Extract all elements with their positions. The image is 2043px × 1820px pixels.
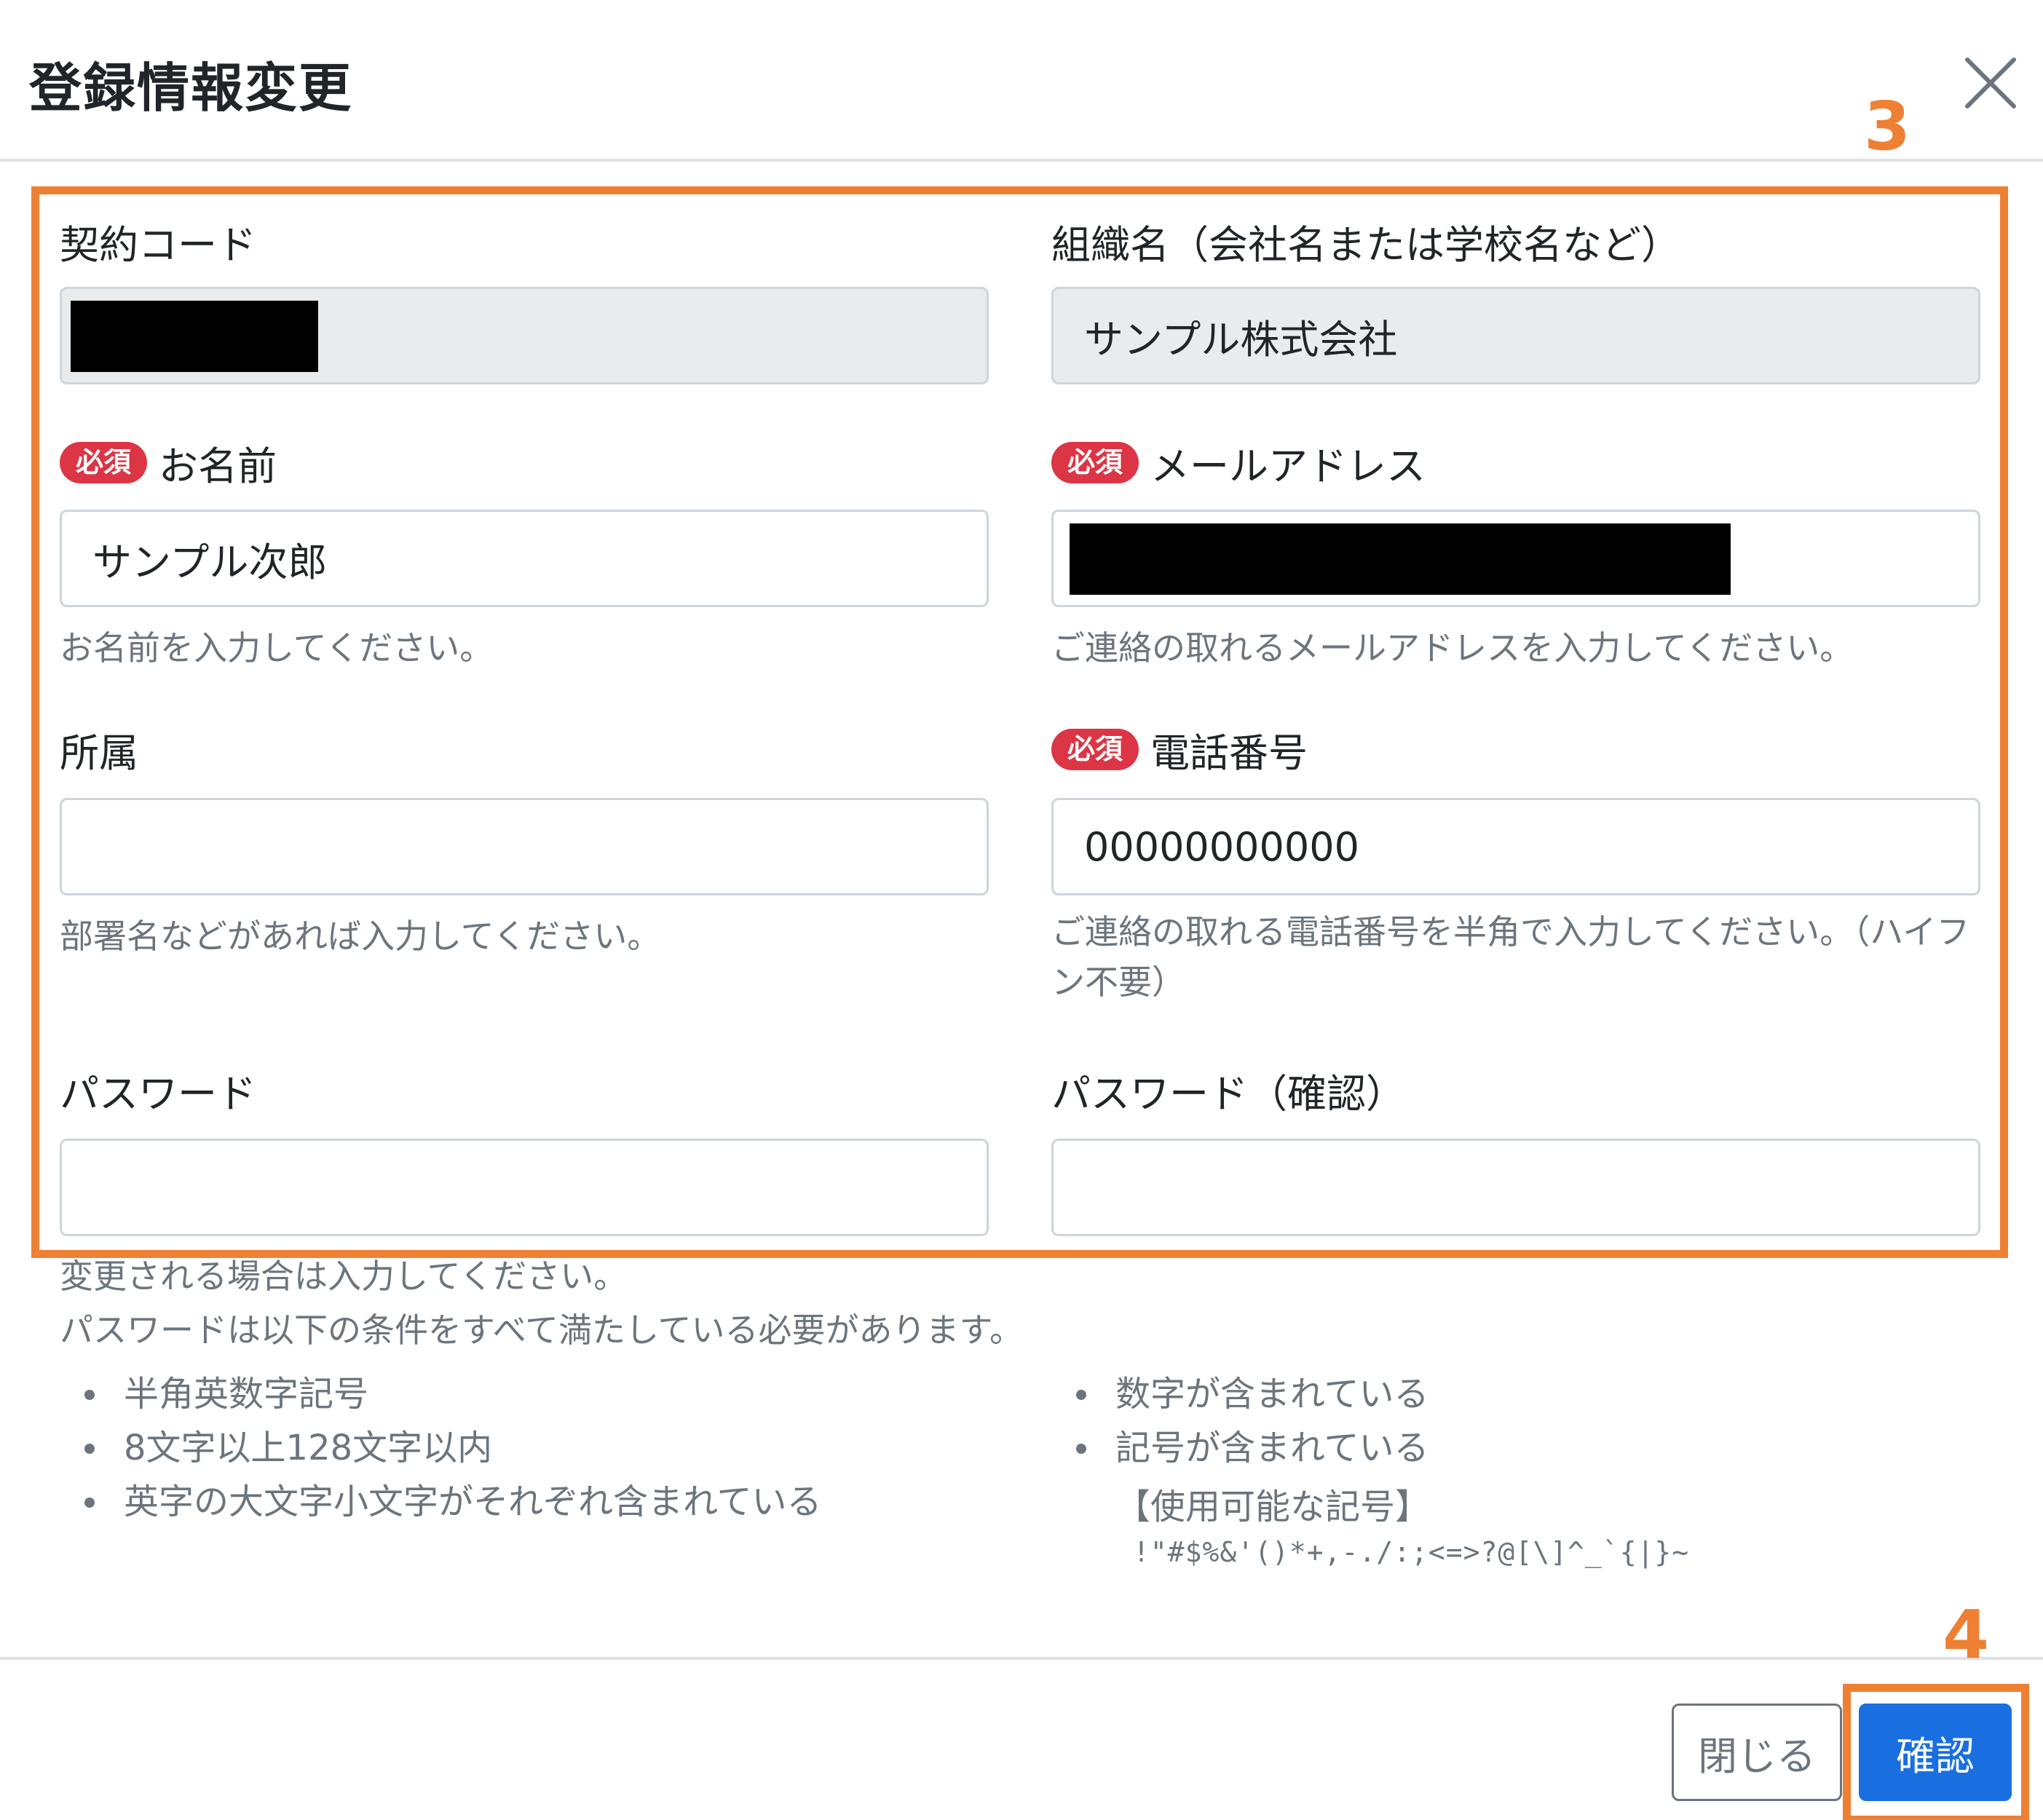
password-rules-right: 数字が含まれている 記号が含まれている bbox=[1051, 1367, 1429, 1475]
department-label-text: 所属 bbox=[60, 730, 138, 776]
required-badge: 必須 bbox=[1051, 441, 1139, 484]
list-item: 記号が含まれている bbox=[1051, 1421, 1429, 1475]
department-help: 部署名などがあれば入力してください。 bbox=[60, 917, 661, 956]
annotation-step-3: 3 bbox=[1864, 87, 1911, 165]
organization-label: 組織名（会社名または学校名など） bbox=[1051, 213, 1680, 270]
department-label: 所属 bbox=[60, 721, 138, 778]
close-dialog-button[interactable]: 閉じる bbox=[1672, 1704, 1842, 1801]
organization-value: サンプル株式会社 bbox=[1084, 316, 1398, 363]
password-help-line2: パスワードは以下の条件をすべて満たしている必要があります。 bbox=[60, 1310, 1023, 1350]
password-input[interactable] bbox=[60, 1139, 989, 1236]
name-value: サンプル次郎 bbox=[92, 539, 328, 585]
close-icon bbox=[1965, 58, 2016, 108]
organization-label-text: 組織名（会社名または学校名など） bbox=[1051, 222, 1680, 268]
symbols-title: 【使用可能な記号】 bbox=[1115, 1487, 1431, 1527]
phone-label: 必須 電話番号 bbox=[1051, 721, 1308, 778]
phone-label-text: 電話番号 bbox=[1150, 730, 1308, 776]
department-input[interactable] bbox=[60, 798, 989, 895]
email-label: 必須 メールアドレス bbox=[1051, 434, 1426, 491]
redacted-block bbox=[1070, 523, 1731, 595]
password-confirm-input[interactable] bbox=[1051, 1139, 1980, 1236]
symbols-list: !"#$%&'()*+,-./:;<=>?@[\]^_`{|}~ bbox=[1133, 1536, 1690, 1568]
modal-title: 登録情報変更 bbox=[29, 58, 353, 119]
annotation-step-4: 4 bbox=[1943, 1596, 1990, 1674]
password-rules-left: 半角英数字記号 8文字以上128文字以内 英字の大文字小文字がそれぞれ含まれてい… bbox=[60, 1367, 822, 1529]
contract-code-label-text: 契約コード bbox=[60, 222, 256, 268]
phone-value: 00000000000 bbox=[1084, 823, 1359, 870]
list-item: 半角英数字記号 bbox=[60, 1367, 822, 1421]
name-label-text: お名前 bbox=[159, 443, 277, 489]
password-label: パスワード bbox=[60, 1061, 256, 1119]
organization-field: サンプル株式会社 bbox=[1051, 287, 1980, 384]
required-badge: 必須 bbox=[60, 441, 148, 484]
phone-help: ご連絡の取れる電話番号を半角で入力してください。（ハイフン不要） bbox=[1051, 912, 1970, 1002]
email-label-text: メールアドレス bbox=[1150, 443, 1426, 489]
name-label: 必須 お名前 bbox=[60, 434, 277, 491]
annotation-box-4 bbox=[1843, 1684, 2029, 1820]
email-input[interactable] bbox=[1051, 510, 1980, 607]
name-input[interactable]: サンプル次郎 bbox=[60, 510, 989, 607]
phone-input[interactable]: 00000000000 bbox=[1051, 798, 1980, 895]
name-help: お名前を入力してください。 bbox=[60, 628, 494, 668]
contract-code-field bbox=[60, 287, 989, 384]
close-button[interactable] bbox=[1960, 52, 2021, 114]
contract-code-label: 契約コード bbox=[60, 213, 256, 270]
password-confirm-label-text: パスワード（確認） bbox=[1051, 1071, 1405, 1117]
email-help: ご連絡の取れるメールアドレスを入力してください。 bbox=[1051, 628, 1854, 668]
modal-header: 登録情報変更 bbox=[0, 0, 2043, 162]
list-item: 8文字以上128文字以内 bbox=[60, 1421, 822, 1475]
list-item: 英字の大文字小文字がそれぞれ含まれている bbox=[60, 1475, 822, 1529]
required-badge: 必須 bbox=[1051, 728, 1139, 771]
password-confirm-label: パスワード（確認） bbox=[1051, 1061, 1405, 1119]
password-label-text: パスワード bbox=[60, 1071, 256, 1117]
redacted-block bbox=[71, 301, 318, 372]
list-item: 数字が含まれている bbox=[1051, 1367, 1429, 1421]
password-help-line1: 変更される場合は入力してください。 bbox=[60, 1257, 628, 1296]
modal-footer bbox=[0, 1657, 2043, 1660]
